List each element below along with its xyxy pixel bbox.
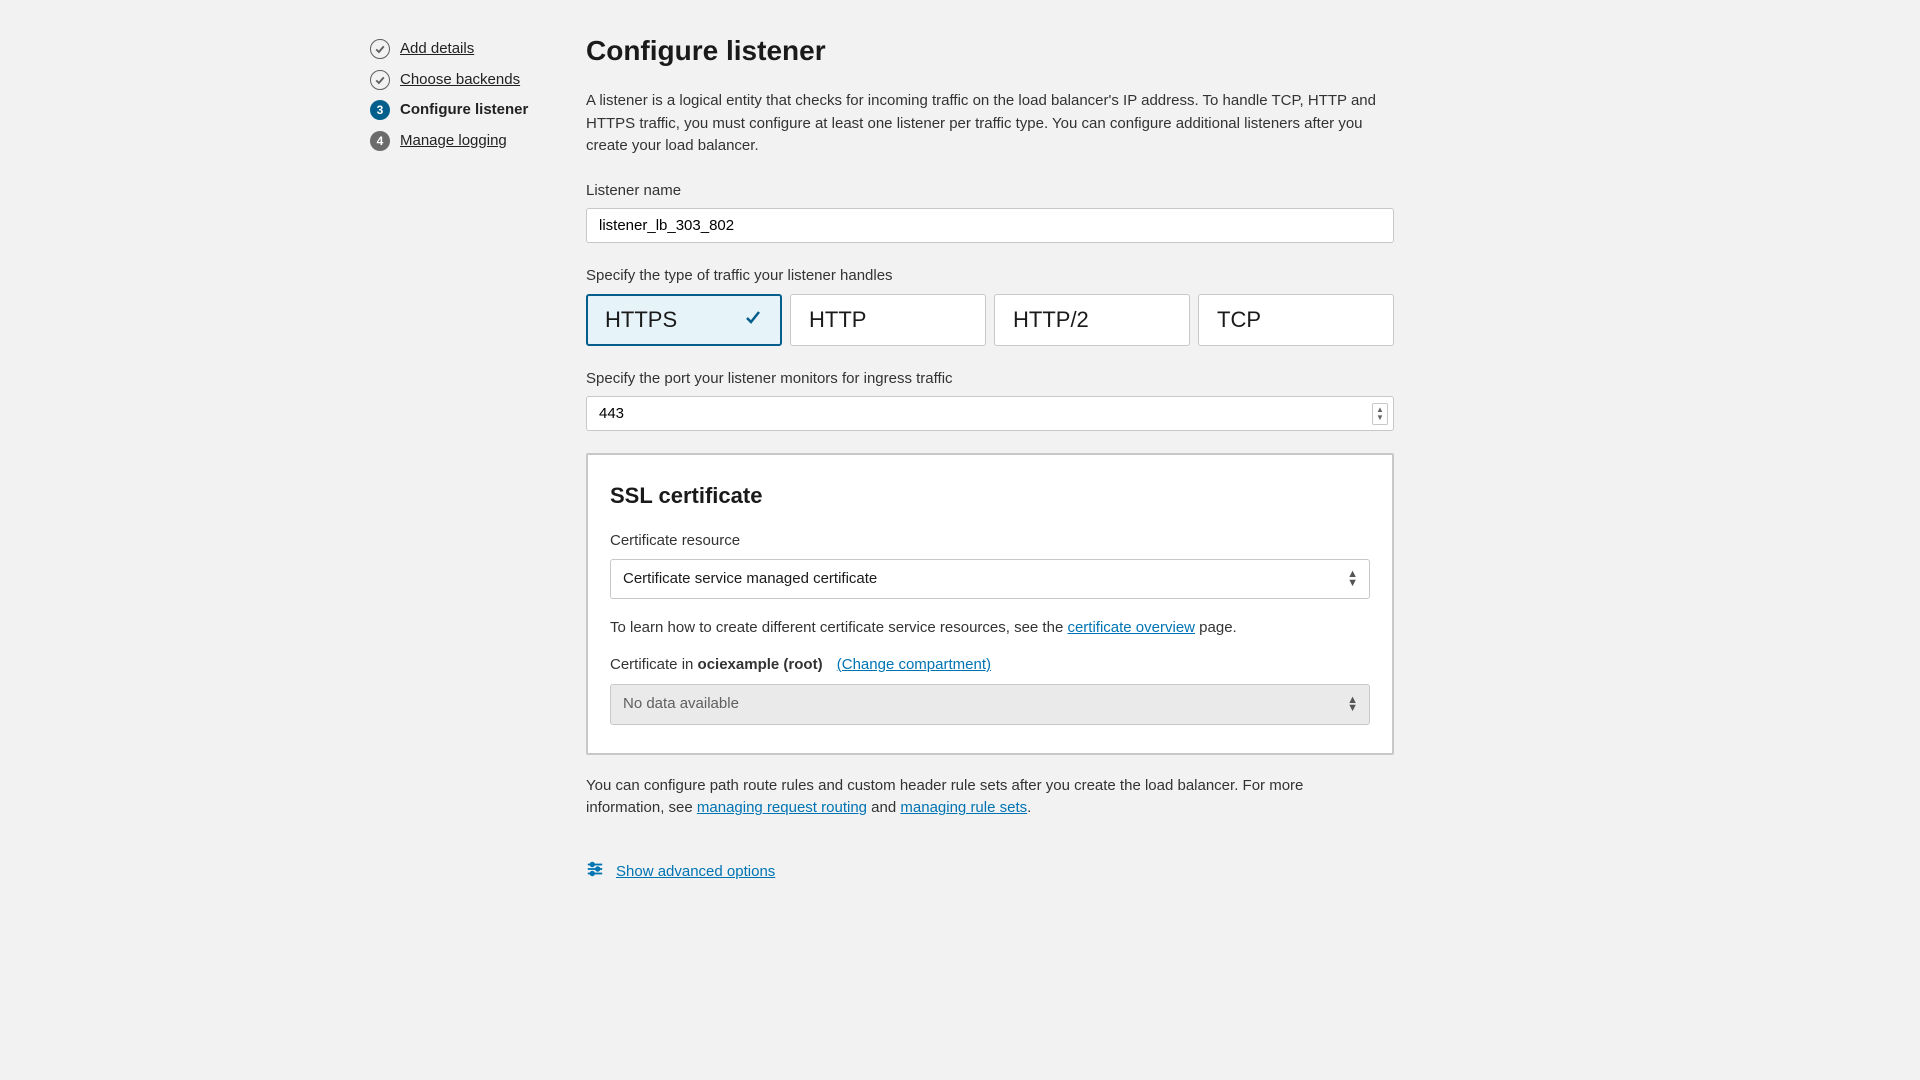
step-number-badge: 3: [370, 100, 390, 120]
check-icon: [370, 39, 390, 59]
traffic-option-http2[interactable]: HTTP/2: [994, 294, 1190, 346]
footer-help-text: You can configure path route rules and c…: [586, 775, 1376, 820]
cert-resource-label: Certificate resource: [610, 530, 1370, 553]
advanced-options-row: Show advanced options: [586, 860, 1550, 886]
traffic-type-field: Specify the type of traffic your listene…: [586, 265, 1550, 346]
traffic-type-label: Specify the type of traffic your listene…: [586, 265, 1550, 288]
certificate-select[interactable]: No data available: [610, 684, 1370, 725]
managing-request-routing-link[interactable]: managing request routing: [697, 799, 867, 816]
main-content: Configure listener A listener is a logic…: [586, 30, 1550, 885]
port-field: Specify the port your listener monitors …: [586, 368, 1550, 432]
port-input[interactable]: [586, 396, 1394, 431]
check-icon: [370, 70, 390, 90]
sliders-icon: [586, 860, 604, 886]
traffic-option-label: HTTPS: [605, 307, 677, 333]
cert-help-text: To learn how to create different certifi…: [610, 617, 1370, 640]
traffic-type-options: HTTPS HTTP HTTP/2 TCP: [586, 294, 1394, 346]
listener-name-field: Listener name: [586, 180, 1550, 244]
cert-resource-select[interactable]: Certificate service managed certificate: [610, 559, 1370, 600]
listener-name-input[interactable]: [586, 208, 1394, 243]
traffic-option-label: HTTP: [809, 307, 866, 333]
traffic-option-label: TCP: [1217, 307, 1261, 333]
step-number-badge: 4: [370, 131, 390, 151]
step-add-details[interactable]: Add details: [370, 38, 550, 61]
certificate-overview-link[interactable]: certificate overview: [1067, 619, 1195, 636]
listener-name-label: Listener name: [586, 180, 1550, 203]
ssl-certificate-panel: SSL certificate Certificate resource Cer…: [586, 453, 1394, 755]
check-icon: [743, 307, 763, 333]
step-choose-backends[interactable]: Choose backends: [370, 69, 550, 92]
managing-rule-sets-link[interactable]: managing rule sets: [900, 799, 1027, 816]
port-label: Specify the port your listener monitors …: [586, 368, 1550, 391]
step-label[interactable]: Configure listener: [400, 99, 528, 122]
step-label[interactable]: Choose backends: [400, 69, 520, 92]
cert-compartment-row: Certificate in ociexample (root) (Change…: [610, 654, 1370, 677]
step-configure-listener[interactable]: 3 Configure listener: [370, 99, 550, 122]
traffic-option-tcp[interactable]: TCP: [1198, 294, 1394, 346]
ssl-title: SSL certificate: [610, 479, 1370, 512]
change-compartment-link[interactable]: (Change compartment): [837, 656, 991, 673]
page-title: Configure listener: [586, 30, 1550, 72]
compartment-name: ociexample (root): [698, 656, 823, 673]
number-stepper-icon[interactable]: ▲▼: [1372, 403, 1388, 425]
traffic-option-label: HTTP/2: [1013, 307, 1089, 333]
traffic-option-http[interactable]: HTTP: [790, 294, 986, 346]
show-advanced-options-link[interactable]: Show advanced options: [616, 861, 775, 884]
step-label[interactable]: Manage logging: [400, 130, 507, 153]
step-label[interactable]: Add details: [400, 38, 474, 61]
wizard-steps: Add details Choose backends 3 Configure …: [370, 30, 550, 885]
traffic-option-https[interactable]: HTTPS: [586, 294, 782, 346]
page-description: A listener is a logical entity that chec…: [586, 90, 1376, 158]
step-manage-logging[interactable]: 4 Manage logging: [370, 130, 550, 153]
